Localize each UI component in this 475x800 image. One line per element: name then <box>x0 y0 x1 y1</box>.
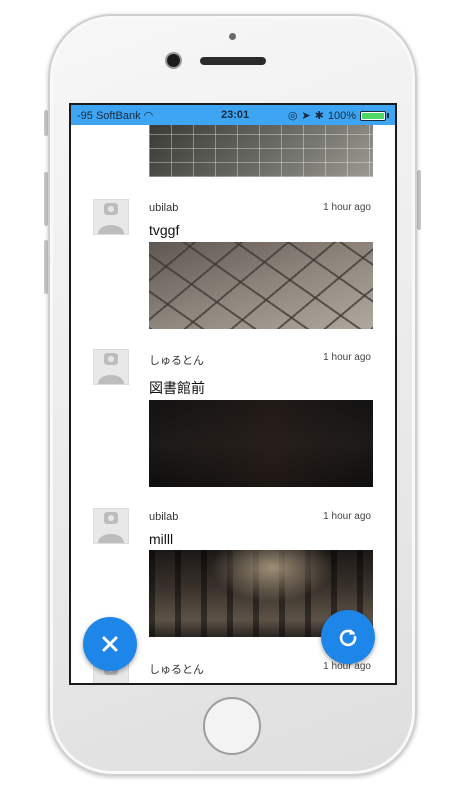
post-username: ubilab <box>149 511 179 523</box>
status-right: ◎ ➤ ✱ 100% <box>288 109 389 122</box>
home-button[interactable] <box>203 697 261 755</box>
user-avatar-icon <box>98 203 124 234</box>
ceiling-photo[interactable] <box>149 125 373 177</box>
feed-list[interactable]: ubilab 1 hour ago tvggf しゅるとん 1 hour ago… <box>71 125 395 683</box>
dark-night-photo[interactable] <box>149 400 373 487</box>
close-button[interactable] <box>83 617 137 671</box>
location-arrow-icon: ➤ <box>301 110 311 122</box>
status-bar: -95 SoftBank ◠ 23:01 ◎ ➤ ✱ 100% <box>71 105 395 125</box>
battery-fill <box>362 112 384 119</box>
carrier-text: -95 SoftBank <box>77 110 141 122</box>
post-username: ubilab <box>149 202 179 214</box>
proximity-sensor <box>229 33 236 40</box>
front-camera <box>167 54 180 67</box>
post-text: milll <box>149 531 174 547</box>
post-timestamp: 1 hour ago <box>323 202 371 213</box>
lock-rotation-icon: ◎ <box>287 110 298 122</box>
screen: -95 SoftBank ◠ 23:01 ◎ ➤ ✱ 100% ubilab 1… <box>69 103 397 685</box>
refresh-button[interactable] <box>321 610 375 664</box>
close-icon <box>102 636 118 652</box>
carrier-label: -95 SoftBank ◠ <box>77 109 153 122</box>
bluetooth-icon: ✱ <box>314 110 324 122</box>
post-timestamp: 1 hour ago <box>323 511 371 522</box>
avatar[interactable] <box>93 349 129 385</box>
post-text: 図書館前 <box>149 380 205 396</box>
post-timestamp: 1 hour ago <box>323 352 371 363</box>
earpiece-speaker <box>200 57 266 65</box>
status-time: 23:01 <box>221 109 250 121</box>
refresh-icon <box>339 629 357 647</box>
battery-icon <box>360 110 386 121</box>
post-username: しゅるとん <box>149 355 204 367</box>
tile-floor-photo[interactable] <box>149 242 373 329</box>
power-button <box>417 170 421 230</box>
battery-tip <box>387 113 389 118</box>
avatar[interactable] <box>93 508 129 544</box>
avatar[interactable] <box>93 199 129 235</box>
user-avatar-icon <box>98 353 124 384</box>
wifi-icon: ◠ <box>143 110 154 122</box>
user-avatar-icon <box>98 512 124 543</box>
battery-percent: 100% <box>327 109 356 122</box>
post-username: しゅるとん <box>149 664 204 676</box>
post-text: tvggf <box>149 222 180 238</box>
